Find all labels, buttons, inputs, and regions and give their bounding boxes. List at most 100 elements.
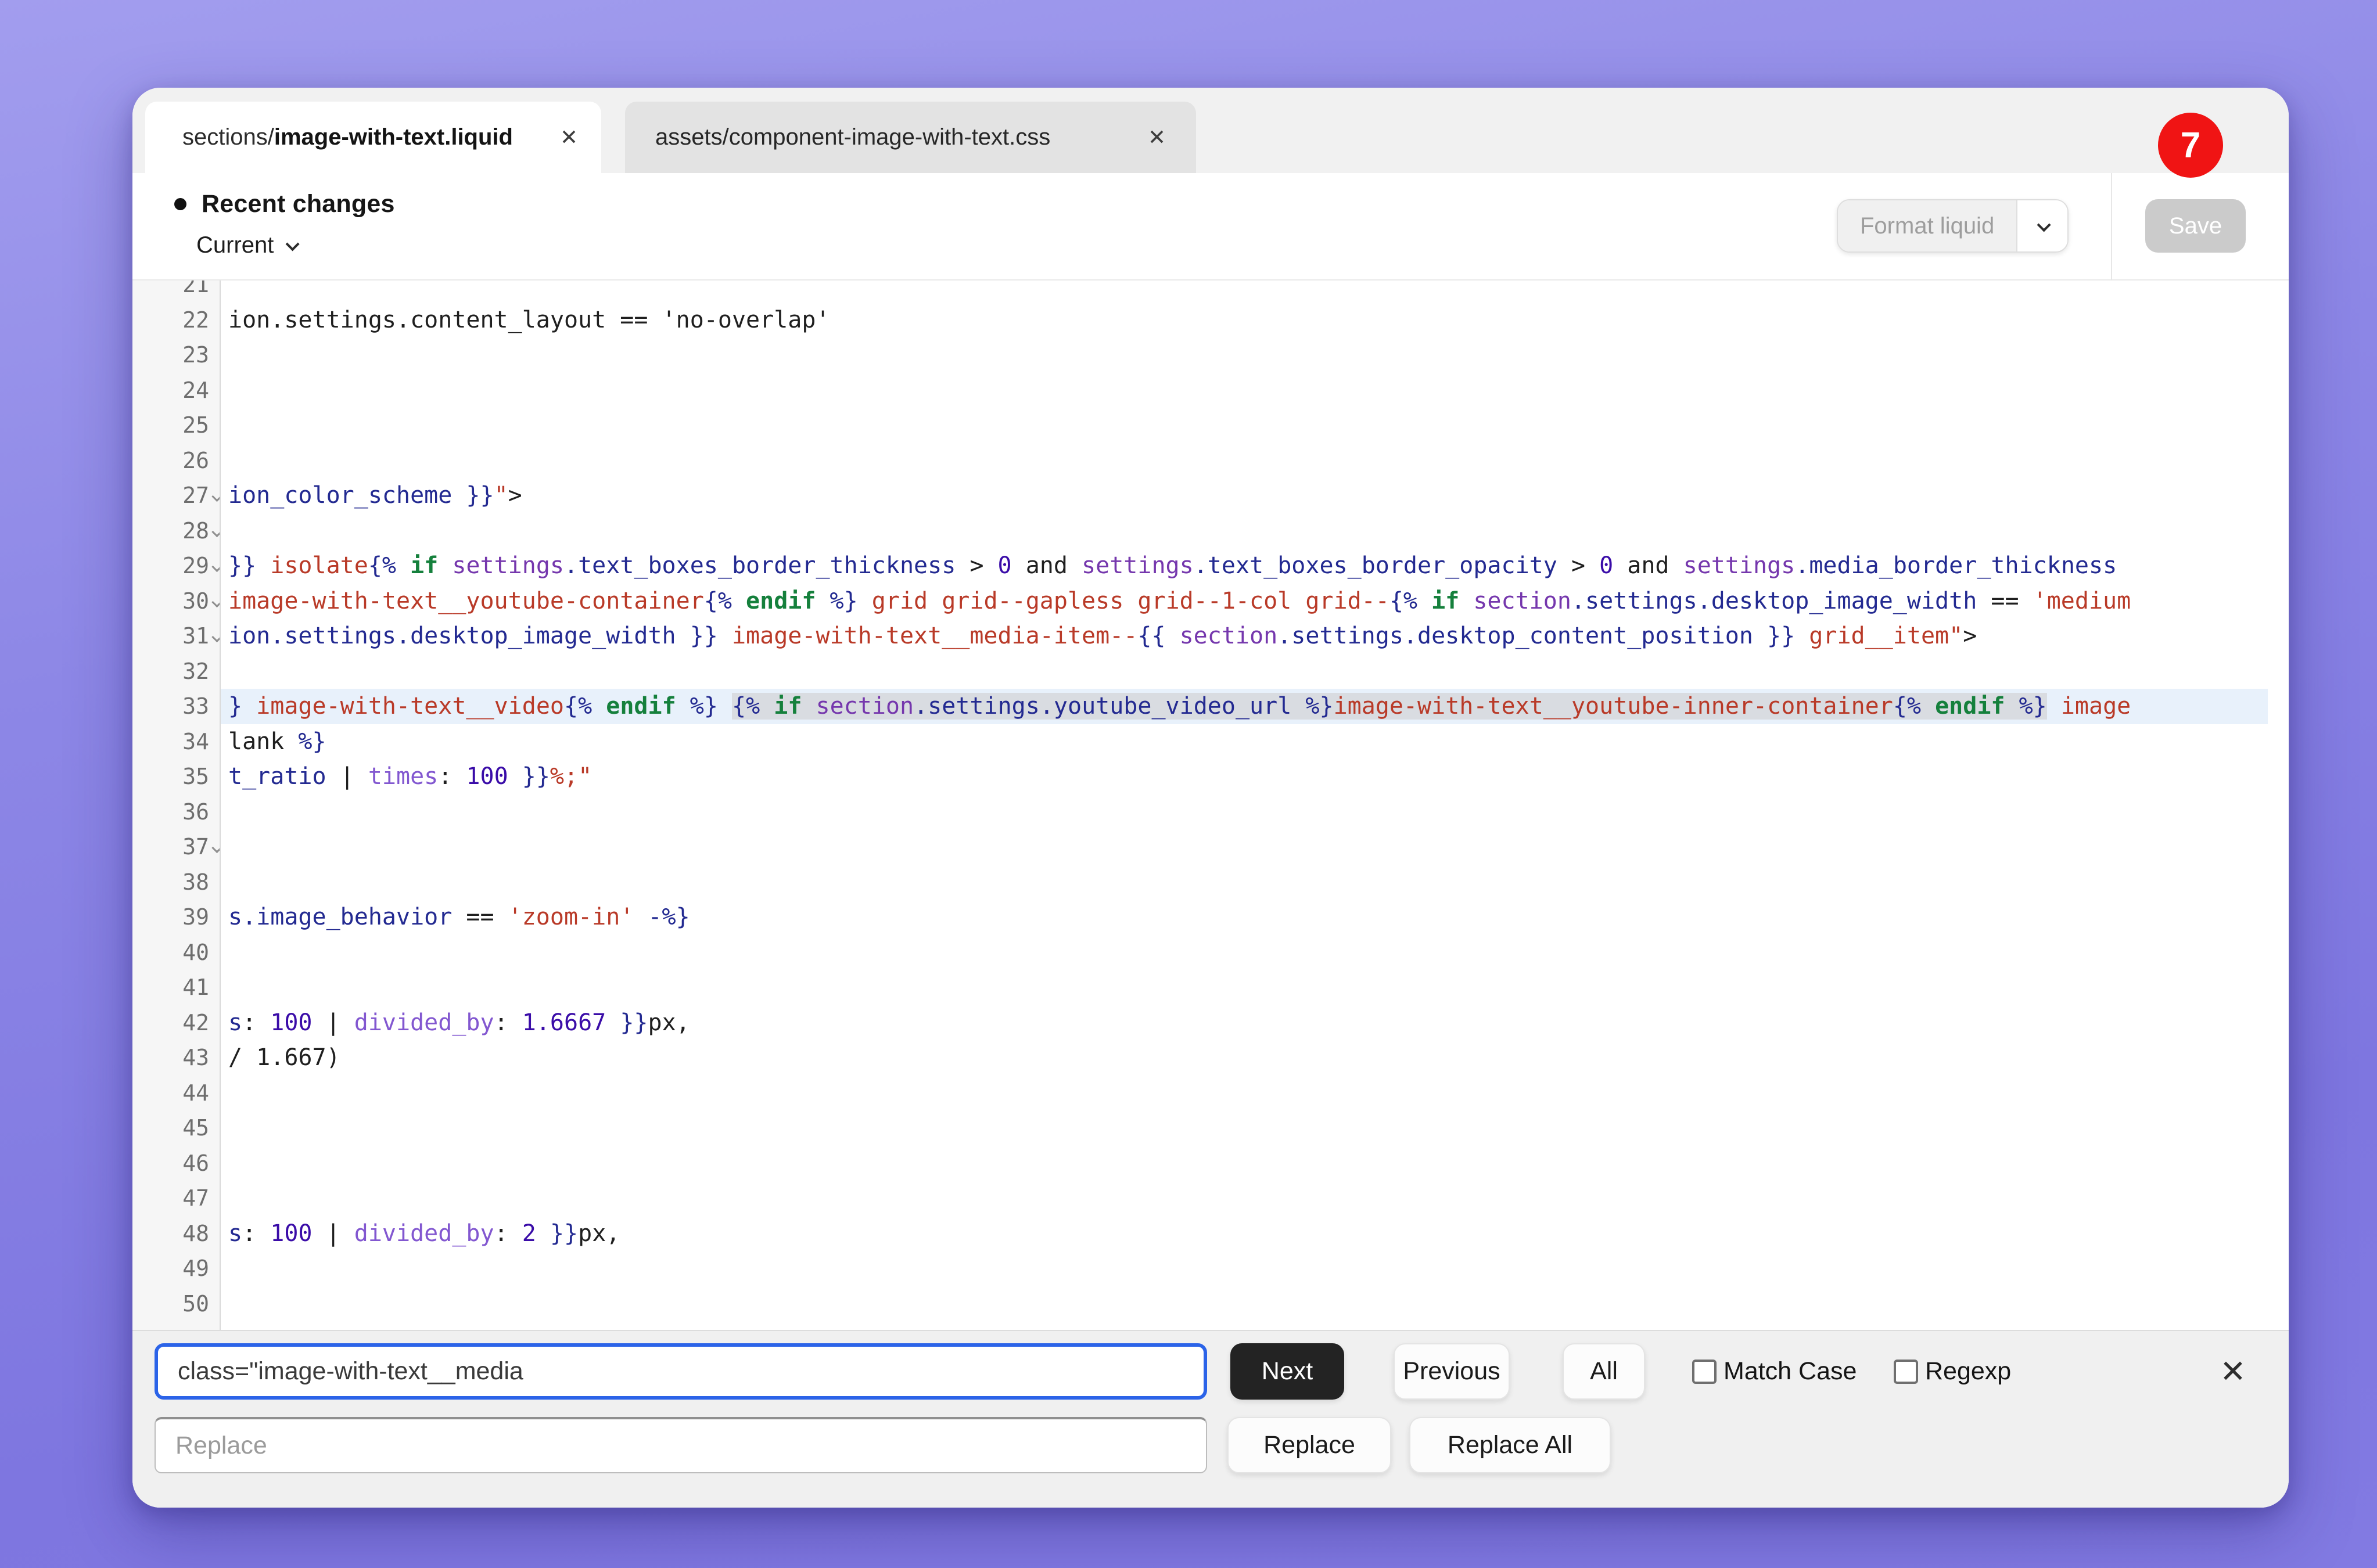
code-token: settings (1683, 552, 1796, 579)
code-line[interactable] (221, 513, 2289, 549)
code-line[interactable] (221, 970, 2289, 1005)
code-line[interactable]: lank %} (221, 724, 2289, 760)
code-token: ion_color_scheme }} (228, 482, 494, 509)
previous-button[interactable]: Previous (1394, 1343, 1510, 1400)
gutter-row: 26 (132, 443, 220, 479)
line-number: 51 (182, 1326, 209, 1330)
code-line[interactable] (221, 280, 2289, 303)
code-line[interactable] (221, 1110, 2289, 1146)
gutter-row: 24 (132, 373, 220, 408)
code-line[interactable] (221, 865, 2289, 900)
code-token: image-with-text__video (242, 693, 564, 720)
next-button[interactable]: Next (1230, 1343, 1344, 1400)
code-token: t_ratio (228, 763, 326, 790)
code-line[interactable] (221, 373, 2289, 408)
code-token: .settings.desktop_image_width (1571, 588, 1977, 614)
gutter-row: 50 (132, 1286, 220, 1322)
regexp-label: Regexp (1925, 1357, 2011, 1386)
code-line[interactable]: } image-with-text__video{% endif %} {% i… (221, 689, 2268, 724)
recent-changes-label: Recent changes (202, 190, 395, 218)
code-token: ion.settings.desktop_image_width }} (228, 623, 718, 649)
code-line[interactable]: / 1.667) (221, 1040, 2289, 1076)
gutter-row: 30 (132, 584, 220, 619)
code-line[interactable]: ion.settings.desktop_image_width }} imag… (221, 618, 2289, 654)
replace-button[interactable]: Replace (1227, 1417, 1391, 1473)
code-line[interactable] (221, 337, 2289, 373)
code-line[interactable] (221, 935, 2289, 970)
code-line[interactable] (221, 408, 2289, 443)
code-line[interactable]: ion_color_scheme }}"> (221, 478, 2289, 513)
gutter-row: 47 (132, 1181, 220, 1216)
code-line[interactable] (221, 654, 2289, 689)
gutter-row: 51 (132, 1321, 220, 1330)
match-case-checkbox[interactable]: Match Case (1692, 1343, 1857, 1400)
regexp-checkbox[interactable]: Regexp (1894, 1343, 2011, 1400)
fold-chevron-icon[interactable] (211, 527, 221, 537)
tab-path: sections/ (182, 124, 274, 150)
code-line[interactable] (221, 1321, 2289, 1330)
code-token: 2 (522, 1220, 536, 1247)
code-line[interactable]: s: 100 | divided_by: 2 }}px, (221, 1216, 2289, 1251)
gutter-row: 31 (132, 618, 220, 654)
close-icon[interactable]: ✕ (1130, 127, 1166, 148)
code-token: : (242, 1220, 270, 1247)
code-token: {{ (1137, 623, 1179, 649)
code-token (718, 693, 732, 720)
format-liquid-caret[interactable] (2016, 200, 2067, 251)
code-token: times (368, 763, 438, 790)
tab-component-image-with-text-css[interactable]: assets/component-image-with-text.css ✕ (625, 102, 1196, 173)
code-line[interactable] (221, 1286, 2289, 1322)
tab-filename: image-with-text.liquid (274, 124, 513, 150)
checkbox-icon[interactable] (1692, 1360, 1717, 1384)
code-token: | (313, 1009, 354, 1036)
code-line[interactable]: s: 100 | divided_by: 1.6667 }}px, (221, 1005, 2289, 1041)
line-number: 35 (182, 764, 209, 789)
code-line[interactable]: }} isolate{% if settings.text_boxes_bord… (221, 548, 2289, 584)
close-find-icon[interactable]: ✕ (2210, 1343, 2256, 1400)
tab-image-with-text-liquid[interactable]: sections/image-with-text.liquid ✕ (145, 102, 601, 173)
editor-window: sections/image-with-text.liquid ✕ assets… (132, 88, 2289, 1508)
line-number: 45 (182, 1115, 209, 1141)
fold-chevron-icon[interactable] (211, 843, 221, 853)
code-token: divided_by (354, 1009, 494, 1036)
checkbox-icon[interactable] (1894, 1360, 1918, 1384)
fold-chevron-icon[interactable] (211, 597, 221, 607)
code-line[interactable]: t_ratio | times: 100 }}%;" (221, 759, 2289, 794)
gutter-row: 37 (132, 829, 220, 865)
version-dropdown[interactable]: Current (196, 229, 395, 261)
code-token: | (313, 1220, 354, 1247)
code-token: endif (592, 693, 690, 720)
fold-chevron-icon[interactable] (211, 491, 221, 502)
code-editor[interactable]: 2122232425262728293031323334353637383940… (132, 280, 2289, 1330)
code-area[interactable]: ion.settings.content_layout == 'no-overl… (221, 280, 2289, 1330)
close-icon[interactable]: ✕ (543, 127, 578, 148)
line-number: 29 (182, 553, 209, 578)
code-line[interactable]: s.image_behavior == 'zoom-in' -%} (221, 900, 2289, 935)
code-token: section (1180, 623, 1278, 649)
line-number: 48 (182, 1221, 209, 1246)
save-button[interactable]: Save (2145, 199, 2246, 253)
selected-text: {% (732, 693, 760, 720)
fold-chevron-icon[interactable] (211, 632, 221, 642)
code-line[interactable] (221, 1251, 2289, 1286)
gutter-row: 33 (132, 689, 220, 724)
code-token: grid grid--gapless grid--1-col grid-- (858, 588, 1389, 614)
gutter-row: 34 (132, 724, 220, 760)
code-line[interactable] (221, 1146, 2289, 1181)
replace-all-button[interactable]: Replace All (1409, 1417, 1611, 1473)
code-line[interactable]: ion.settings.content_layout == 'no-overl… (221, 303, 2289, 338)
code-line[interactable] (221, 794, 2289, 830)
code-line[interactable] (221, 1181, 2289, 1216)
code-line[interactable] (221, 443, 2289, 479)
line-number: 39 (182, 904, 209, 930)
code-line[interactable] (221, 829, 2289, 865)
all-button[interactable]: All (1563, 1343, 1645, 1400)
gutter-row: 28 (132, 513, 220, 549)
format-liquid-button[interactable]: Format liquid (1837, 199, 2069, 253)
gutter-row: 41 (132, 970, 220, 1005)
fold-chevron-icon[interactable] (211, 562, 221, 572)
code-line[interactable] (221, 1076, 2289, 1111)
code-line[interactable]: image-with-text__youtube-container{% end… (221, 584, 2289, 619)
replace-input[interactable] (155, 1417, 1207, 1473)
find-input[interactable] (155, 1343, 1207, 1400)
